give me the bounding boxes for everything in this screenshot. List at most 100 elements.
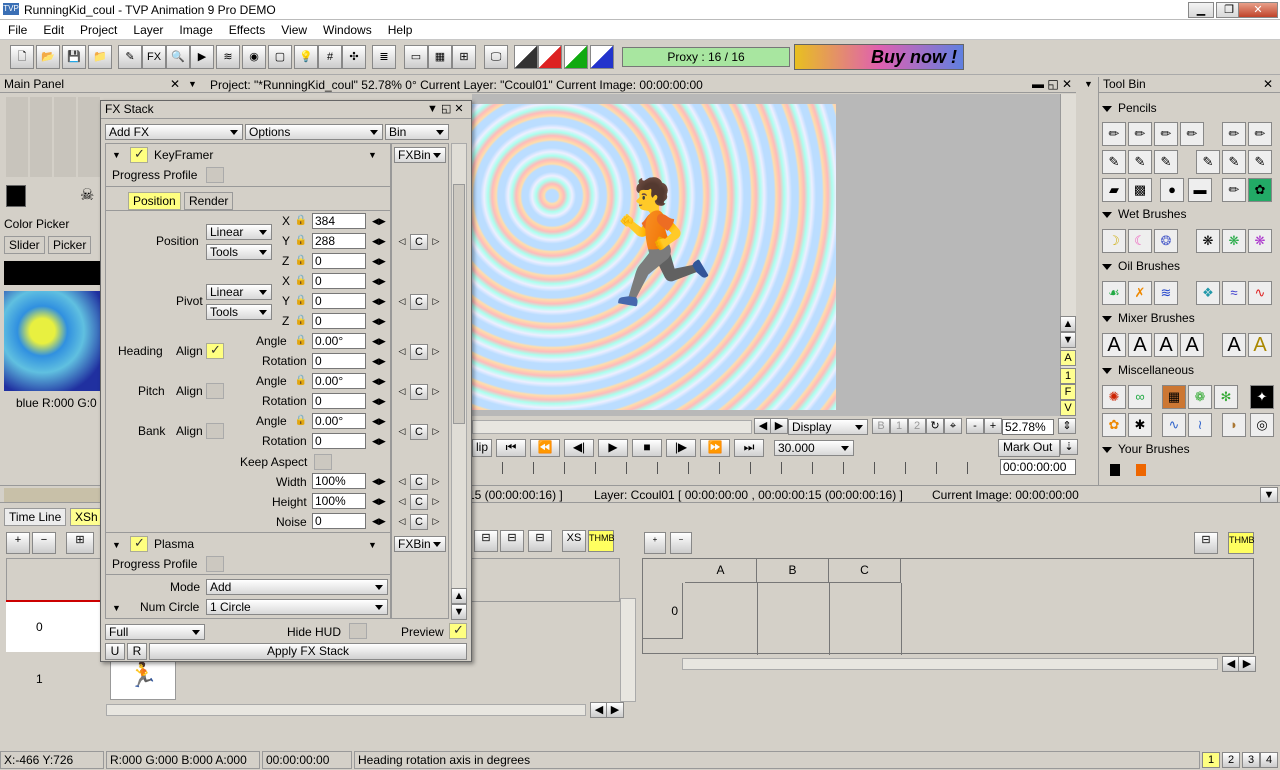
oil-brush-icon[interactable]: ✗ — [1128, 281, 1152, 305]
pivot-interp-select[interactable]: Linear — [206, 284, 272, 300]
lock-icon[interactable]: 🔒 — [294, 274, 308, 288]
position-tools-select[interactable]: Tools — [206, 244, 272, 260]
keyframer-fxbin-select[interactable]: FXBin — [394, 147, 446, 163]
time-ruler[interactable] — [472, 462, 992, 474]
pencil-icon[interactable]: ✎ — [1222, 150, 1246, 174]
layers-icon[interactable]: ≋ — [216, 45, 240, 69]
close-window-button[interactable]: ✕ — [1238, 2, 1278, 18]
src-c-icon[interactable]: ⊟ — [528, 530, 552, 552]
tool-grid[interactable] — [6, 97, 102, 177]
c-button[interactable]: C — [410, 514, 428, 530]
fps-select[interactable]: 30.000 — [774, 440, 854, 456]
pivot-z-field[interactable]: 0 — [312, 313, 366, 329]
stepper-icon[interactable]: ◀▶ — [372, 416, 386, 427]
color-wheel-icon[interactable]: ◉ — [242, 45, 266, 69]
hide-hud-checkbox[interactable] — [349, 623, 367, 639]
bin-select[interactable]: Bin — [385, 124, 449, 140]
oil-brush-icon[interactable]: ≋ — [1154, 281, 1178, 305]
next-key-icon[interactable]: ▷ — [430, 346, 442, 357]
prev-frame-icon[interactable]: ◀| — [564, 439, 594, 457]
page-1[interactable]: 1 — [890, 418, 908, 434]
misc-brush-icon[interactable]: ✿ — [1102, 413, 1126, 437]
add-fx-select[interactable]: Add FX — [105, 124, 243, 140]
pencil-icon[interactable]: ✎ — [1128, 150, 1152, 174]
bank-align-checkbox[interactable] — [206, 423, 224, 439]
pitch-align-checkbox[interactable] — [206, 383, 224, 399]
column-a[interactable]: A — [685, 559, 757, 583]
lock-icon[interactable]: 🔒 — [294, 414, 308, 428]
wet-brush-icon[interactable]: ❋ — [1248, 229, 1272, 253]
stepper-icon[interactable]: ◀▶ — [372, 476, 386, 487]
wet-brush-icon[interactable]: ❋ — [1222, 229, 1246, 253]
xsheet-row-0[interactable]: 0 — [643, 583, 683, 639]
plasma-progress-checkbox[interactable] — [206, 556, 224, 572]
prev-key-icon[interactable]: ◁ — [396, 476, 408, 487]
insert-frame-icon[interactable]: ⊞ — [66, 532, 94, 554]
src-icon[interactable]: ⊟ — [1194, 532, 1218, 554]
menu-file[interactable]: File — [0, 20, 35, 37]
oil-brush-icon[interactable]: ≈ — [1222, 281, 1246, 305]
stepper-icon[interactable]: ◀▶ — [372, 276, 386, 287]
pencil-icon[interactable]: ✏ — [1180, 122, 1204, 146]
pitch-angle-field[interactable]: 0.00° — [312, 373, 366, 389]
c-button[interactable]: C — [410, 294, 428, 310]
stepper-icon[interactable]: ◀▶ — [372, 236, 386, 247]
noise-field[interactable]: 0 — [312, 513, 366, 529]
window-icon[interactable]: ▭ — [404, 45, 428, 69]
stepper-icon[interactable]: ◀▶ — [372, 296, 386, 307]
thumb-button-right[interactable]: THMB — [1228, 532, 1255, 554]
plasma-fxbin-select[interactable]: FXBin — [394, 536, 446, 552]
lock-icon[interactable]: 🔒 — [294, 214, 308, 228]
mixer-brush-icon[interactable]: A — [1222, 333, 1246, 357]
viewer-window-controls[interactable]: ▬ ◱ ✕ — [1032, 77, 1072, 91]
heading-rotation-field[interactable]: 0 — [312, 353, 366, 369]
section-miscellaneous[interactable]: Miscellaneous — [1102, 363, 1194, 377]
misc-brush-icon[interactable]: ❁ — [1188, 385, 1212, 409]
misc-brush-icon[interactable]: ▦ — [1162, 385, 1186, 409]
wet-brush-icon[interactable]: ☽ — [1102, 229, 1126, 253]
grid-view-icon[interactable]: ▦ — [428, 45, 452, 69]
mode-select[interactable]: Add — [206, 579, 388, 595]
stepper-icon[interactable]: ◀▶ — [372, 436, 386, 447]
buy-now-banner[interactable]: Buy now ! — [794, 44, 964, 70]
c-button[interactable]: C — [410, 384, 428, 400]
section-mixer-brushes[interactable]: Mixer Brushes — [1102, 311, 1195, 325]
play-button-icon[interactable]: ▶ — [598, 439, 628, 457]
position-y-field[interactable]: 288 — [312, 233, 366, 249]
tool-bin-collapse[interactable]: ▼ — [1078, 77, 1098, 487]
mixer-brush-icon[interactable]: A — [1248, 333, 1272, 357]
misc-brush-icon[interactable]: ∿ — [1162, 413, 1186, 437]
grid-icon[interactable]: # — [318, 45, 342, 69]
play-icon[interactable]: ▶ — [190, 45, 214, 69]
scroll-right-icon[interactable]: ▶ — [1238, 656, 1256, 672]
lock-icon[interactable]: 🔒 — [294, 334, 308, 348]
next-key-icon[interactable]: ▷ — [430, 386, 442, 397]
side-f[interactable]: F — [1060, 384, 1076, 400]
fx-button[interactable]: FX — [142, 45, 166, 69]
bank-rotation-field[interactable]: 0 — [312, 433, 366, 449]
viewer-vertical-scrollbar[interactable]: ▲ ▼ A 1 F V — [1060, 94, 1076, 416]
options-select[interactable]: Options — [245, 124, 383, 140]
reset-button[interactable]: R — [127, 643, 147, 660]
chevron-down-icon[interactable]: ▼ — [112, 540, 121, 550]
menu-windows[interactable]: Windows — [315, 20, 380, 37]
prev-key-icon[interactable]: ◁ — [396, 296, 408, 307]
oil-brush-icon[interactable]: ❖ — [1196, 281, 1220, 305]
zoom-in-icon[interactable]: + — [984, 418, 1002, 434]
section-wet-brushes[interactable]: Wet Brushes — [1102, 207, 1186, 221]
prev-key-icon[interactable]: ◁ — [396, 516, 408, 527]
misc-brush-icon[interactable]: ✱ — [1128, 413, 1152, 437]
keyframer-enable-checkbox[interactable] — [130, 146, 148, 163]
misc-brush-icon[interactable]: ≀ — [1188, 413, 1212, 437]
page-b[interactable]: B — [872, 418, 890, 434]
column-c[interactable]: C — [829, 559, 901, 583]
stepper-icon[interactable]: ◀▶ — [372, 376, 386, 387]
page-2-button[interactable]: 2 — [1222, 752, 1240, 768]
side-1[interactable]: 1 — [1060, 368, 1076, 384]
display-select[interactable]: Display — [788, 419, 868, 435]
menu-view[interactable]: View — [273, 20, 315, 37]
table-icon[interactable]: ⊞ — [452, 45, 476, 69]
pencil-icon[interactable]: ✏ — [1222, 122, 1246, 146]
pivot-y-field[interactable]: 0 — [312, 293, 366, 309]
prev-key-icon[interactable]: ◁ — [396, 426, 408, 437]
